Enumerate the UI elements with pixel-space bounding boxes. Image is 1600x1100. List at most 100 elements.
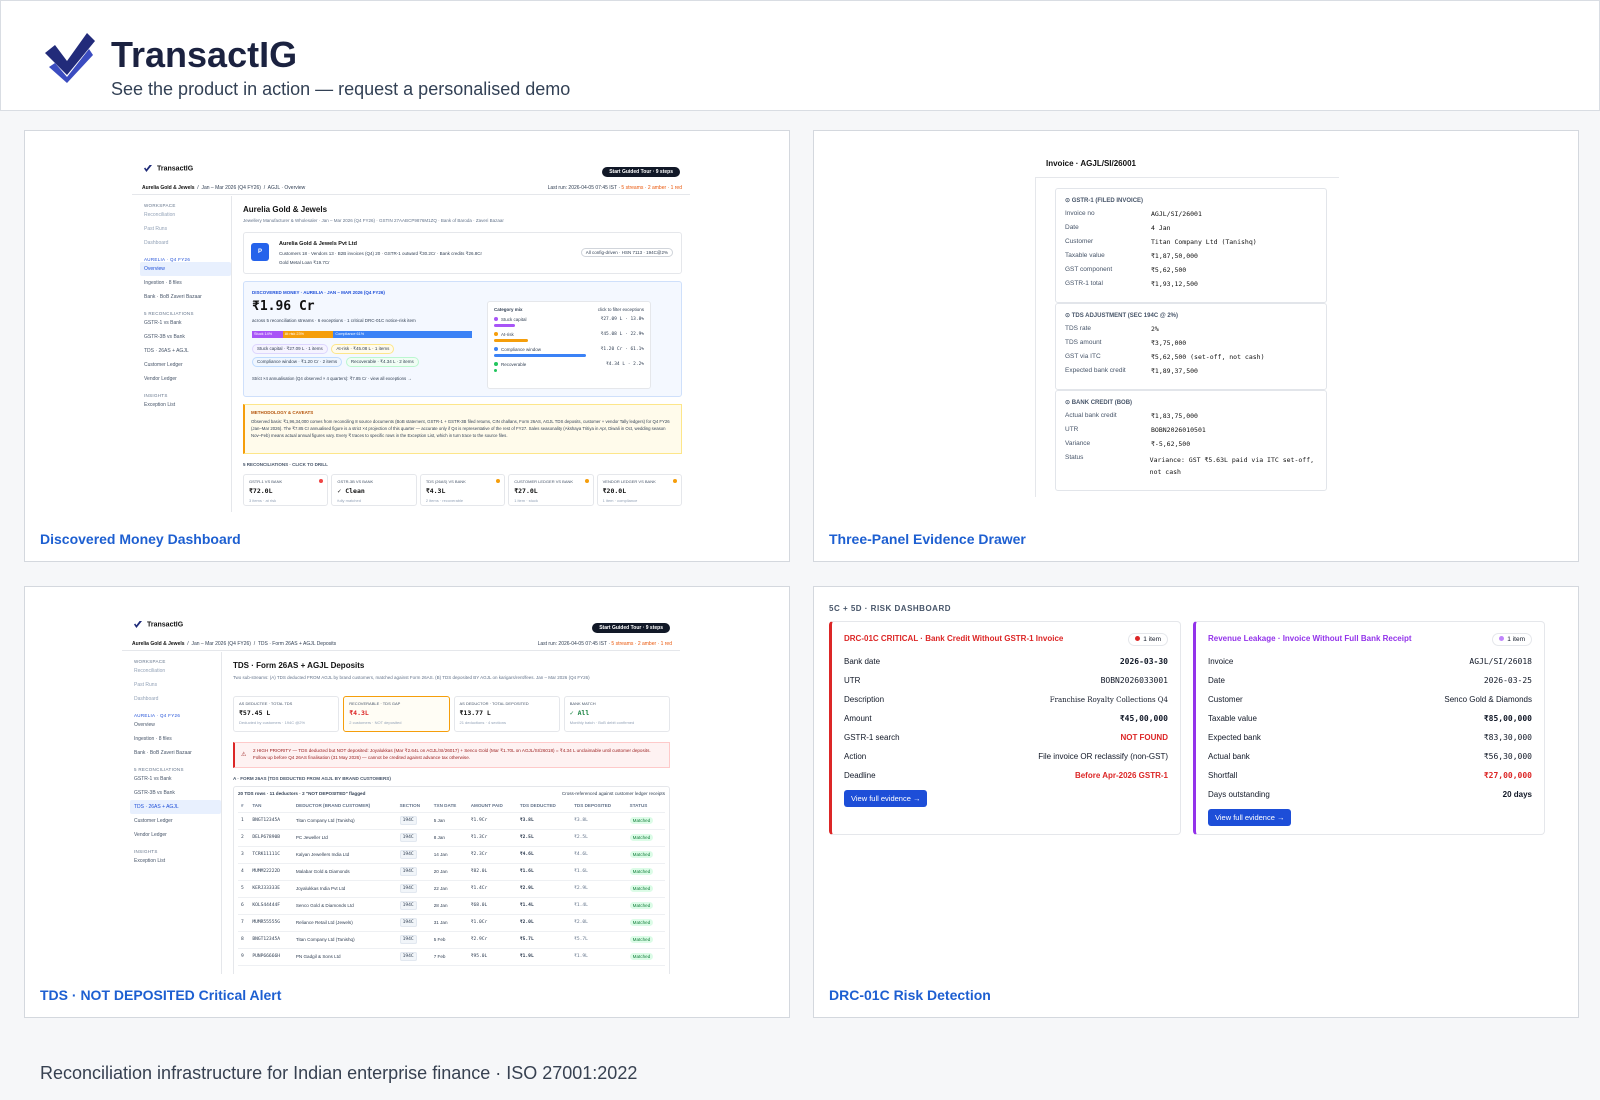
card-title[interactable]: DRC-01C Risk Detection — [829, 987, 991, 1003]
table-row[interactable]: 7 MUMR55555G Reliance Retail Ltd (Jewels) 1… — [238, 914, 665, 932]
category-dot-icon — [494, 317, 498, 321]
table-cell: MUMR55555G — [249, 914, 293, 932]
sidebar-item-customer-ledger[interactable]: Customer Ledger — [134, 814, 221, 828]
recon-card[interactable]: CUSTOMER LEDGER VS BANK ₹27.0L 1 item · st… — [508, 474, 594, 506]
recon-value: ₹27.0L — [514, 487, 538, 495]
sidebar-item-gstr1[interactable]: GSTR-1 vs Bank — [144, 316, 231, 330]
sidebar-item-reconciliation[interactable]: Reconciliation — [134, 664, 221, 678]
card-discovered-money[interactable]: TransactIG Start Guided Tour · 9 steps A… — [24, 130, 790, 562]
cell-value: ₹68.0L — [470, 903, 488, 908]
row-key: Expected bank — [1208, 733, 1261, 742]
sidebar-item-gstr1[interactable]: GSTR-1 vs Bank — [134, 772, 221, 786]
sidebar-item-tds[interactable]: TDS · 26AS + AGJL — [130, 800, 221, 814]
footer: Reconciliation infrastructure for Indian… — [40, 1063, 638, 1083]
table-row[interactable]: 4 MUMM22222D Malabar Gold & Diamonds 194C 20… — [238, 863, 665, 881]
table-row[interactable]: 1 BNGT12345A Titan Company Ltd (Tanishq) 19… — [238, 812, 665, 830]
card-title[interactable]: Three-Panel Evidence Drawer — [829, 531, 1026, 547]
sidebar-item-bank[interactable]: Bank · BoB Zaveri Bazaar — [144, 290, 231, 304]
cell-value: ₹2.3Cr — [470, 852, 488, 857]
kpi-note: 2 customers · NOT deposited — [349, 720, 402, 725]
card-risk-detection[interactable]: 5C + 5D · RISK DASHBOARD DRC-01C CRITICA… — [813, 586, 1579, 1018]
table-cell: ₹4.6L — [571, 846, 627, 864]
card-title[interactable]: Discovered Money Dashboard — [40, 531, 241, 547]
sidebar-item-ingestion[interactable]: Ingestion · 8 files — [144, 276, 231, 290]
table-row[interactable]: 9 PUNP66666H PN Gadgil & Sons Ltd 194C 7 Feb… — [238, 948, 665, 966]
column-header: TAN — [249, 800, 293, 813]
sidebar-item-reconciliation[interactable]: Reconciliation — [144, 208, 231, 222]
sidebar-item-ingestion[interactable]: Ingestion · 8 files — [134, 732, 221, 746]
recon-card[interactable]: GSTR-1 VS BANK ₹72.0L 3 items · at risk — [243, 474, 329, 506]
view-evidence-button[interactable]: View full evidence → — [1208, 809, 1292, 826]
recon-note: 1 item · compliance — [602, 498, 638, 503]
cell-value: KERJ33333E — [252, 886, 280, 891]
table-cell: BNGT12345A — [249, 931, 293, 949]
sidebar-item-dashboard[interactable]: Dashboard — [134, 692, 221, 706]
table-row[interactable]: 2 DELP67890B PC Jeweller Ltd 194C 8 Jan ₹1.3C… — [238, 829, 665, 847]
row-value: 4 Jan — [1151, 224, 1171, 232]
sidebar-item-tds[interactable]: TDS · 26AS + AGJL — [144, 344, 231, 358]
sidebar-item-gstr3b[interactable]: GSTR-3B vs Bank — [144, 330, 231, 344]
recon-card[interactable]: VENDOR LEDGER VS BANK ₹20.0L 1 item · comp… — [596, 474, 683, 506]
table-cell: ₹2.0L — [516, 914, 572, 932]
row-value: ₹45,00,000 — [1119, 714, 1168, 723]
table-cell: ₹1.4L — [571, 897, 627, 915]
mix-row[interactable]: Recoverable ₹4.34 L · 2.2% — [494, 362, 644, 372]
sidebar-item-exception-list[interactable]: Exception List — [134, 854, 221, 868]
sidebar-item-gstr3b[interactable]: GSTR-3B vs Bank — [134, 786, 221, 800]
sidebar-item-vendor-ledger[interactable]: Vendor Ledger — [144, 372, 231, 386]
sidebar-item-past-runs[interactable]: Past Runs — [134, 678, 221, 692]
row-key: GST via ITC — [1065, 353, 1101, 360]
sidebar-item-customer-ledger[interactable]: Customer Ledger — [144, 358, 231, 372]
cell-value: KOLS44444F — [252, 903, 280, 908]
row-key: GST component — [1065, 266, 1113, 273]
table-cell: ₹3.8L — [571, 812, 627, 830]
card-tds-alert[interactable]: TransactIG Start Guided Tour · 9 steps A… — [24, 586, 790, 1018]
row-value: ₹1,89,37,500 — [1151, 367, 1198, 375]
sidebar-item-bank[interactable]: Bank · BoB Zaveri Bazaar — [134, 746, 221, 760]
table-row[interactable]: 6 KOLS44444F Senco Gold & Diamonds Ltd 194C… — [238, 897, 665, 915]
guided-tour-button[interactable]: Start Guided Tour · 9 steps — [592, 623, 670, 633]
row-value: Titan Company Ltd (Tanishq) — [1151, 238, 1257, 246]
mix-row[interactable]: At-risk ₹45.08 L · 22.9% — [494, 332, 644, 342]
sidebar-item-overview[interactable]: Overview — [134, 718, 221, 732]
pill-at-risk[interactable]: At-risk · ₹45.08 L · 1 items — [331, 344, 395, 354]
cell-value: 3 — [241, 852, 244, 857]
table-row[interactable]: 3 TCRK11111C Kalyan Jewellers India Ltd 194… — [238, 846, 665, 864]
sidebar-item-vendor-ledger[interactable]: Vendor Ledger — [134, 828, 221, 842]
badge-label: 1 item — [1143, 636, 1161, 643]
view-evidence-button[interactable]: View full evidence → — [844, 790, 928, 807]
table-row[interactable]: 5 KERJ33333E Joyalukkas India Pvt Ltd 194C 2… — [238, 880, 665, 898]
sidebar-item-overview[interactable]: Overview — [140, 262, 231, 276]
table-cell: Senco Gold & Diamonds Ltd — [292, 897, 397, 915]
guided-tour-button[interactable]: Start Guided Tour · 9 steps — [602, 167, 680, 177]
table-row[interactable]: 8 BNGT12345A Titan Company Ltd (Tanishq) 19… — [238, 931, 665, 949]
sidebar-item-exception-list[interactable]: Exception List — [144, 398, 231, 412]
cell-value: Titan Company Ltd (Tanishq) — [295, 937, 355, 942]
cell-value: 5 Feb — [433, 937, 446, 942]
card-evidence-drawer[interactable]: Invoice · AGJL/SI/26001 ⊙ GSTR-1 (FILED … — [813, 130, 1579, 562]
pill-compliance[interactable]: Compliance window · ₹1.20 Cr · 2 items — [252, 357, 343, 367]
pill-recoverable[interactable]: Recoverable · ₹4.34 L · 2 items — [345, 357, 419, 367]
cell-value: 2 — [241, 835, 244, 840]
recon-card[interactable]: GSTR-3B VS BANK ✓ Clean fully matched — [331, 474, 417, 506]
mix-row[interactable]: Stuck capital ₹27.09 L · 13.8% — [494, 317, 644, 327]
card-title[interactable]: TDS · NOT DEPOSITED Critical Alert — [40, 987, 281, 1003]
row-value: ₹27,00,000 — [1483, 771, 1532, 780]
recon-value: ₹72.0L — [249, 487, 273, 495]
table-cell: Titan Company Ltd (Tanishq) — [292, 931, 397, 949]
sidebar-item-dashboard[interactable]: Dashboard — [144, 236, 231, 250]
mix-row[interactable]: Compliance window ₹1.20 Cr · 61.1% — [494, 347, 644, 357]
evidence-row: Taxable value ₹1,87,50,000 — [1065, 252, 1317, 266]
table-cell: 1 — [238, 812, 250, 830]
cell-value: TCRK11111C — [252, 852, 280, 857]
row-key: Invoice no — [1065, 210, 1095, 217]
pill-stuck[interactable]: Stuck capital · ₹27.09 L · 1 items — [252, 344, 328, 354]
transactig-logo-icon — [45, 33, 95, 83]
table-cell: Titan Company Ltd (Tanishq) — [292, 812, 397, 830]
cell-value: 4 — [241, 869, 244, 874]
evidence-row: Variance ₹-5,62,500 — [1065, 440, 1317, 454]
mix-value: ₹45.08 L · 22.9% — [600, 332, 644, 337]
recon-card[interactable]: TDS (26AS) VS BANK ₹4.3L 2 items · recover… — [419, 474, 506, 506]
row-key: Expected bank credit — [1065, 367, 1126, 374]
sidebar-item-past-runs[interactable]: Past Runs — [144, 222, 231, 236]
